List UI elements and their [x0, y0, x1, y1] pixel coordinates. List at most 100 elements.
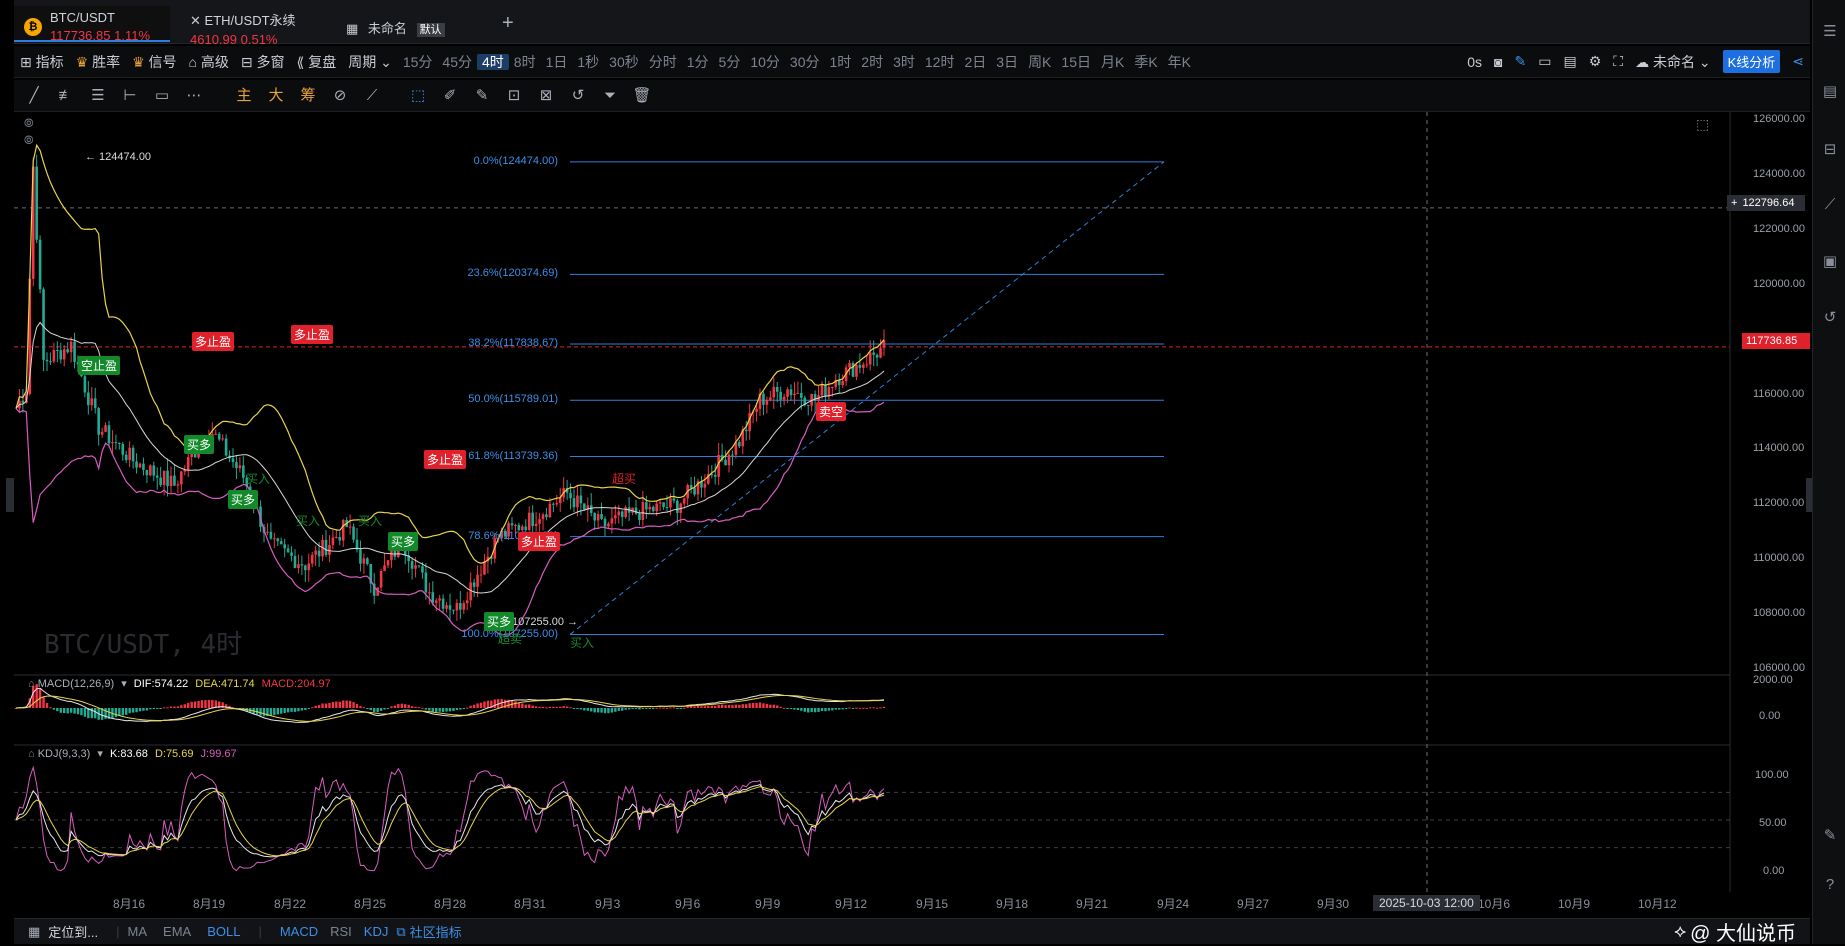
trade-signal-label[interactable]: 空止盈 [78, 356, 121, 375]
select-cursor-icon[interactable]: ⬚ [408, 86, 428, 106]
period-option[interactable]: 10分 [745, 54, 785, 70]
help-icon[interactable]: ? [1820, 876, 1840, 896]
lock-icon[interactable]: ⊡ [504, 86, 524, 106]
period-option[interactable]: 15分 [398, 54, 438, 70]
notes-icon[interactable]: ✎ [1820, 826, 1840, 846]
advanced-button[interactable]: ⌂ 高级 [183, 52, 235, 72]
trash-icon[interactable]: 🗑 [632, 86, 652, 106]
filter-icon[interactable]: ⏷ [600, 86, 620, 106]
period-option[interactable]: 1日 [541, 54, 573, 70]
history-icon[interactable]: ↺ [1820, 308, 1840, 328]
settings-icon[interactable]: ⚙ [1583, 53, 1608, 70]
calculator-icon[interactable]: ▤ [1557, 53, 1582, 70]
community-indicators-button[interactable]: 社区指标 [410, 922, 462, 941]
trade-signal-label[interactable]: 多止盈 [291, 325, 334, 344]
period-option[interactable]: 5分 [714, 54, 746, 70]
trade-signal-label[interactable]: 多止盈 [424, 450, 467, 469]
tab-eth-usdt[interactable]: ✕ ETH/USDT永续 4610.99 0.51% [180, 6, 330, 47]
multi-window-button[interactable]: ⊟ 多窗 [235, 52, 291, 72]
share-icon[interactable]: ⋖ [1786, 53, 1810, 70]
locate-button[interactable]: 定位到... [48, 922, 98, 941]
chart-area[interactable]: ⦾ ⦾ ⬚ BTC/USDT, 4时 ← 124474.00 107255.00… [14, 112, 1810, 892]
more-icon[interactable]: ⋯ [184, 86, 204, 106]
positions-icon[interactable]: ▣ [1820, 252, 1840, 272]
bell-icon[interactable]: ⌂ [28, 678, 35, 690]
period-option[interactable]: 4时 [476, 53, 509, 70]
ruler-icon[interactable]: ✐ [440, 86, 460, 106]
trade-icon[interactable]: ⊟ [1820, 140, 1840, 160]
winrate-button[interactable]: ♛ 胜率 [70, 52, 126, 72]
rectangle-icon[interactable]: ▭ [152, 86, 172, 106]
camera-icon[interactable]: ◙ [1488, 54, 1508, 70]
ma-toggle[interactable]: MA [128, 924, 148, 939]
period-option[interactable]: 12时 [920, 54, 960, 70]
period-option[interactable]: 季K [1129, 54, 1162, 70]
period-option[interactable]: 2日 [959, 54, 991, 70]
trendline-icon[interactable]: ╱ [24, 86, 44, 106]
period-option[interactable]: 45分 [437, 54, 477, 70]
chevron-down-icon[interactable]: ▾ [97, 748, 103, 760]
chips-button[interactable]: 筹 [298, 86, 318, 106]
period-option[interactable]: 3时 [888, 54, 920, 70]
orderbook-icon[interactable]: ▤ [1820, 82, 1840, 102]
trade-signal-label[interactable]: 卖空 [816, 402, 847, 421]
indicator-button[interactable]: ⊞ 指标 [14, 52, 70, 72]
watchlist-icon[interactable]: ☰ [1820, 22, 1840, 42]
trade-signal-label[interactable]: 买多 [228, 490, 259, 509]
trade-signal-label[interactable]: 多止盈 [518, 532, 561, 551]
fullscreen-icon[interactable]: ⛶ [1607, 53, 1629, 70]
tab-btc-usdt[interactable]: ₿ BTC/USDT 117736.85 1.11% [14, 6, 170, 43]
period-option[interactable]: 30分 [785, 54, 825, 70]
macd-toggle[interactable]: MACD [280, 924, 318, 939]
trade-signal-label[interactable]: 买多 [184, 435, 215, 454]
trade-signal-label[interactable]: 买多 [388, 532, 419, 551]
trade-signal-label[interactable]: 多止盈 [192, 332, 235, 351]
expand-icon[interactable]: ⦾ [24, 133, 34, 148]
horizontal-lines-icon[interactable]: ☰ [88, 86, 108, 106]
plus-icon[interactable]: + [502, 12, 514, 35]
period-option[interactable]: 年K [1163, 54, 1196, 70]
indicator-edit-icon[interactable]: ⊘ [330, 86, 350, 106]
period-option[interactable]: 周K [1023, 54, 1056, 70]
period-option[interactable]: 30秒 [604, 54, 644, 70]
layout-dropdown[interactable]: ☁ 未命名 ⌄ [1629, 52, 1717, 72]
main-force-button[interactable]: 主 [234, 86, 254, 106]
note-icon[interactable]: ▭ [1532, 53, 1557, 70]
edit-template-icon[interactable]: ⊠ [536, 86, 556, 106]
big-order-button[interactable]: 大 [266, 86, 286, 106]
period-dropdown[interactable]: 周期 ⌄ [342, 52, 398, 72]
right-collapse-handle[interactable] [1806, 478, 1812, 512]
collapse-icon[interactable]: ⦾ [24, 116, 34, 131]
tab-unnamed[interactable]: ▦ 未命名 默认 [336, 6, 486, 42]
kdj-toggle[interactable]: KDJ [364, 924, 389, 939]
period-option[interactable]: 2时 [856, 54, 888, 70]
period-option[interactable]: 1时 [825, 54, 857, 70]
period-option[interactable]: 8时 [509, 54, 541, 70]
period-option[interactable]: 1秒 [572, 54, 604, 70]
period-option[interactable]: 15日 [1056, 54, 1096, 70]
rsi-toggle[interactable]: RSI [330, 924, 352, 939]
chart-line-icon[interactable]: ⟋ [1820, 196, 1840, 216]
horizontal-ray-icon[interactable]: ⊢ [120, 86, 140, 106]
left-collapse-handle[interactable] [6, 478, 14, 512]
trade-signal-label[interactable]: 买多 [484, 612, 515, 631]
period-option[interactable]: 3日 [991, 54, 1023, 70]
parallel-channel-icon[interactable]: ≢ [56, 86, 76, 106]
period-option[interactable]: 月K [1096, 54, 1129, 70]
chevron-down-icon[interactable]: ▾ [121, 678, 127, 690]
pencil-icon[interactable]: ✎ [472, 86, 492, 106]
bell-icon[interactable]: ⌂ [28, 748, 35, 760]
brush-icon[interactable]: ⟋ [362, 86, 382, 106]
plus-icon[interactable]: + [1731, 197, 1737, 209]
period-option[interactable]: 分时 [644, 54, 682, 70]
maximize-icon[interactable]: ⬚ [1696, 116, 1709, 133]
replay-button[interactable]: ⟪ 复盘 [291, 52, 343, 72]
kline-analysis-button[interactable]: K线分析 [1722, 50, 1781, 73]
magnet-icon[interactable]: ↺ [568, 86, 588, 106]
calendar-icon[interactable]: ▦ [28, 924, 40, 940]
pen-icon[interactable]: ✎ [1509, 53, 1533, 70]
ema-toggle[interactable]: EMA [163, 924, 191, 939]
close-icon[interactable]: ✕ [190, 13, 201, 28]
boll-toggle[interactable]: BOLL [207, 924, 240, 939]
signal-button[interactable]: ♛ 信号 [126, 52, 182, 72]
